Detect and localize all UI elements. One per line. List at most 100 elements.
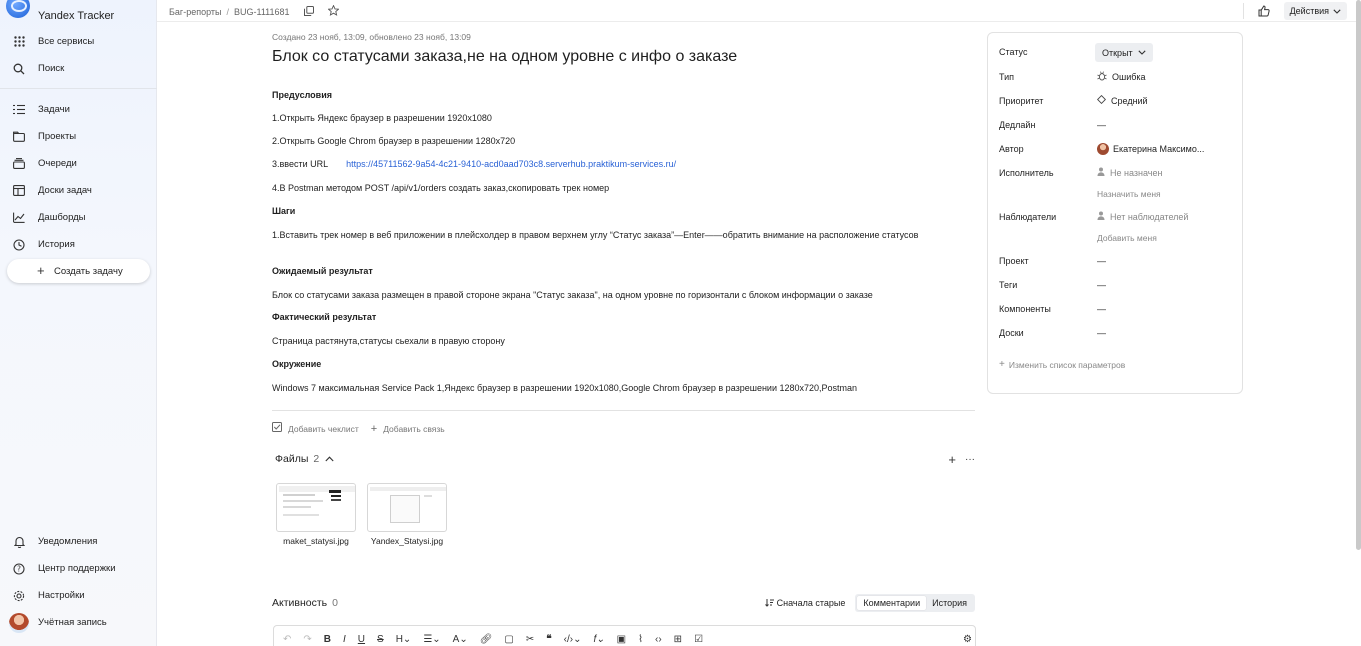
- user-icon: [1097, 167, 1105, 178]
- list-icon[interactable]: ☰⌄: [423, 634, 440, 645]
- sidebar-item-all-services[interactable]: Все сервисы: [0, 28, 157, 55]
- logo[interactable]: Yandex Tracker: [0, 0, 157, 30]
- strikethrough-icon[interactable]: S: [377, 634, 384, 645]
- files-count: 2: [313, 453, 320, 465]
- italic-icon[interactable]: I: [343, 634, 346, 645]
- sidebar-item-settings[interactable]: Настройки: [0, 582, 157, 609]
- author-label: Автор: [999, 144, 1024, 154]
- copy-icon[interactable]: [303, 5, 314, 19]
- activity-title: Активность: [272, 597, 328, 609]
- nav-bottom: Уведомления ? Центр поддержки Настройки …: [0, 528, 157, 636]
- create-task-label: Создать задачу: [54, 265, 123, 277]
- sidebar-item-queues[interactable]: Очереди: [0, 150, 157, 177]
- assignee-field[interactable]: Не назначен: [1097, 167, 1162, 178]
- page-scrollbar[interactable]: [1356, 0, 1361, 550]
- sidebar-item-support[interactable]: ? Центр поддержки: [0, 555, 157, 582]
- deadline-label: Дедлайн: [999, 120, 1036, 130]
- sidebar-item-boards[interactable]: Доски задач: [0, 177, 157, 204]
- cut-icon[interactable]: ✂: [526, 634, 534, 645]
- text-color-icon[interactable]: A⌄: [453, 634, 468, 645]
- code-dropdown-icon[interactable]: ‹/›⌄: [564, 634, 582, 645]
- status-dropdown[interactable]: Открыт: [1095, 43, 1153, 62]
- sidebar-item-label: Проекты: [38, 131, 77, 142]
- components-value[interactable]: —: [1097, 304, 1106, 314]
- sidebar-item-account[interactable]: Учётная запись: [0, 609, 157, 636]
- help-icon: ?: [12, 562, 26, 576]
- formula-icon[interactable]: f⌄: [593, 634, 604, 645]
- file-attachment[interactable]: maket_statysi.jpg: [276, 483, 356, 547]
- files-header[interactable]: Файлы 2: [275, 453, 334, 465]
- chevron-up-icon[interactable]: [325, 454, 334, 465]
- sidebar-item-projects[interactable]: Проекты: [0, 123, 157, 150]
- divider: [1242, 3, 1244, 19]
- comment-editor[interactable]: ↶ ↷ B I U S H⌄ ☰⌄ A⌄ 🔗︎ ▢ ✂ ❝ ‹/›⌄ f⌄ ▣ …: [273, 625, 976, 646]
- type-field[interactable]: Ошибка: [1097, 71, 1146, 83]
- checklist-icon[interactable]: ☑: [694, 634, 703, 645]
- steps-heading: Шаги: [272, 206, 296, 216]
- sidebar-item-label: Учётная запись: [38, 617, 107, 628]
- sidebar-item-label: Центр поддержки: [38, 563, 116, 574]
- like-button[interactable]: [1254, 2, 1274, 20]
- create-task-button[interactable]: + Создать задачу: [7, 259, 150, 283]
- sidebar-item-notifications[interactable]: Уведомления: [0, 528, 157, 555]
- table-icon[interactable]: ⊞: [674, 634, 682, 645]
- tab-comments[interactable]: Комментарии: [857, 596, 927, 610]
- sidebar-item-label: Очереди: [38, 158, 77, 169]
- assignee-label: Исполнитель: [999, 168, 1054, 178]
- priority-field[interactable]: Средний: [1096, 94, 1148, 106]
- precondition-3: 3.ввести URL https://45711562-9a54-4c21-9…: [272, 158, 676, 170]
- change-params-button[interactable]: + Изменить список параметров: [999, 359, 1125, 370]
- add-file-icon[interactable]: +: [948, 452, 956, 467]
- tab-history[interactable]: История: [926, 596, 973, 610]
- link-icon[interactable]: 🔗︎: [480, 634, 493, 645]
- add-checklist-button[interactable]: Добавить чеклист: [272, 422, 359, 435]
- plus-icon: +: [999, 359, 1005, 370]
- url-link[interactable]: https://45711562-9a54-4c21-9410-acd0aad7…: [346, 159, 676, 169]
- sidebar-item-label: Поиск: [38, 63, 65, 74]
- sidebar-item-dashboards[interactable]: Дашборды: [0, 204, 157, 231]
- editor-toolbar: ↶ ↷ B I U S H⌄ ☰⌄ A⌄ 🔗︎ ▢ ✂ ❝ ‹/›⌄ f⌄ ▣ …: [283, 634, 972, 645]
- attach-icon[interactable]: ⌇: [638, 634, 643, 645]
- tags-value[interactable]: —: [1097, 280, 1106, 290]
- history-icon: [12, 238, 26, 252]
- expected-result: Блок со статусами заказа размещен в прав…: [272, 290, 873, 300]
- underline-icon[interactable]: U: [358, 634, 365, 645]
- plus-icon: +: [37, 263, 45, 278]
- undo-icon[interactable]: ↶: [283, 634, 291, 645]
- bold-icon[interactable]: B: [324, 634, 331, 645]
- file-attachment[interactable]: Yandex_Statysi.jpg: [367, 483, 447, 547]
- file-thumbnail: [276, 483, 356, 532]
- settings-icon[interactable]: ⚙: [963, 634, 972, 645]
- avatar: [9, 612, 29, 633]
- sidebar-item-tasks[interactable]: Задачи: [0, 96, 157, 123]
- redo-icon[interactable]: ↷: [303, 634, 311, 645]
- quote-icon[interactable]: ❝: [546, 634, 551, 645]
- sort-label: Сначала старые: [776, 598, 846, 608]
- project-value[interactable]: —: [1097, 256, 1106, 266]
- issue-key[interactable]: BUG-1111681: [234, 7, 290, 17]
- star-icon[interactable]: [326, 4, 340, 19]
- sidebar-item-search[interactable]: Поиск: [0, 55, 157, 82]
- step-1: 1.Вставить трек номер в веб приложении в…: [272, 230, 919, 240]
- code-icon[interactable]: ‹›: [655, 634, 662, 645]
- sidebar-item-history[interactable]: История: [0, 231, 157, 258]
- more-icon[interactable]: ···: [965, 454, 975, 465]
- actions-dropdown[interactable]: Действия: [1283, 2, 1347, 20]
- plus-icon: +: [370, 422, 378, 435]
- issue-meta: Создано 23 нояб, 13:09, обновлено 23 ноя…: [272, 32, 471, 42]
- add-me-link[interactable]: Добавить меня: [1097, 233, 1157, 243]
- boards-value[interactable]: —: [1097, 328, 1106, 338]
- assign-me-link[interactable]: Назначить меня: [1097, 189, 1161, 199]
- user-icon: [1097, 211, 1105, 222]
- note-icon[interactable]: ▢: [504, 634, 513, 645]
- sort-order-button[interactable]: Сначала старые: [764, 598, 846, 609]
- divider: [0, 88, 157, 89]
- image-icon[interactable]: ▣: [617, 634, 626, 645]
- followers-field[interactable]: Нет наблюдателей: [1097, 211, 1188, 222]
- heading-icon[interactable]: H⌄: [396, 634, 412, 645]
- deadline-value[interactable]: —: [1097, 120, 1106, 130]
- breadcrumb-queue-link[interactable]: Баг-репорты: [169, 7, 221, 17]
- issue-title[interactable]: Блок со статусами заказа,не на одном уро…: [272, 48, 737, 66]
- author-field[interactable]: Екатерина Максимо...: [1097, 143, 1204, 155]
- add-link-button[interactable]: + Добавить связь: [371, 423, 445, 435]
